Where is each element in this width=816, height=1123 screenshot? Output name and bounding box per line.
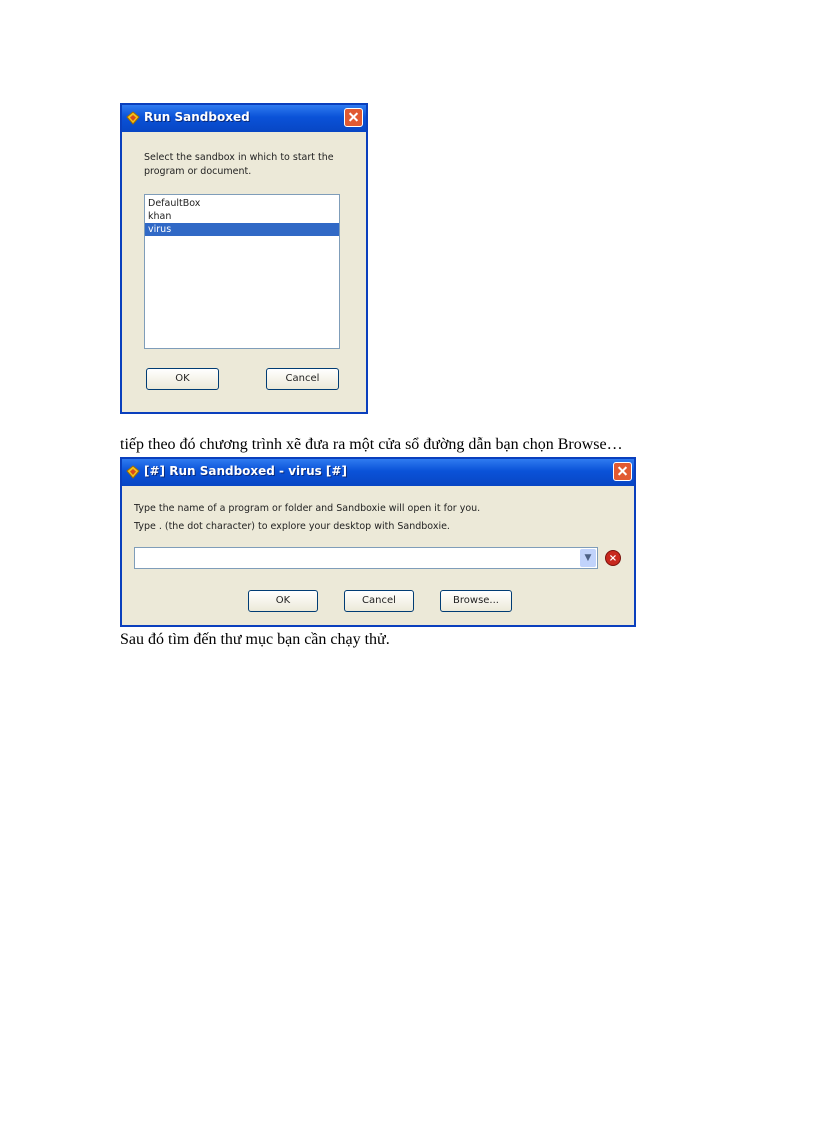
cancel-button[interactable]: Cancel bbox=[344, 590, 414, 612]
prompt-line-1: Select the sandbox in which to start the bbox=[144, 152, 334, 163]
run-sandboxed-virus-dialog: [#] Run Sandboxed - virus [#] Type the n… bbox=[120, 457, 636, 627]
prompt-line-2: program or document. bbox=[144, 166, 252, 177]
dialog-titlebar[interactable]: Run Sandboxed bbox=[122, 105, 366, 132]
clear-icon[interactable]: × bbox=[605, 550, 621, 566]
browse-button[interactable]: Browse... bbox=[440, 590, 512, 612]
sandboxie-icon bbox=[126, 111, 140, 125]
close-button[interactable] bbox=[613, 462, 632, 481]
instruction-line-1: Type the name of a program or folder and… bbox=[134, 503, 481, 514]
dialog-title: [#] Run Sandboxed - virus [#] bbox=[144, 464, 347, 478]
dialog-titlebar[interactable]: [#] Run Sandboxed - virus [#] bbox=[122, 459, 634, 486]
list-item-khan[interactable]: khan bbox=[145, 210, 339, 223]
close-button[interactable] bbox=[344, 108, 363, 127]
ok-button[interactable]: OK bbox=[248, 590, 318, 612]
dialog-title: Run Sandboxed bbox=[144, 110, 250, 124]
run-sandboxed-dialog: Run Sandboxed Select the sandbox in whic… bbox=[120, 103, 368, 414]
sandboxie-icon bbox=[126, 465, 140, 479]
paragraph-next-step: Sau đó tìm đến thư mục bạn cần chạy thử. bbox=[120, 631, 390, 648]
paragraph-instruction: tiếp theo đó chương trình xẽ đưa ra một … bbox=[120, 436, 623, 453]
prompt-text: Select the sandbox in which to start the… bbox=[144, 151, 334, 179]
program-path-combobox[interactable]: ▼ bbox=[134, 547, 598, 569]
instruction-text: Type the name of a program or folder and… bbox=[134, 500, 480, 536]
list-item-virus[interactable]: virus bbox=[145, 223, 339, 236]
sandbox-list[interactable]: DefaultBox khan virus bbox=[144, 194, 340, 349]
list-item-defaultbox[interactable]: DefaultBox bbox=[145, 197, 339, 210]
instruction-line-2: Type . (the dot character) to explore yo… bbox=[134, 521, 450, 532]
cancel-button[interactable]: Cancel bbox=[266, 368, 339, 390]
ok-button[interactable]: OK bbox=[146, 368, 219, 390]
chevron-down-icon[interactable]: ▼ bbox=[580, 549, 596, 567]
